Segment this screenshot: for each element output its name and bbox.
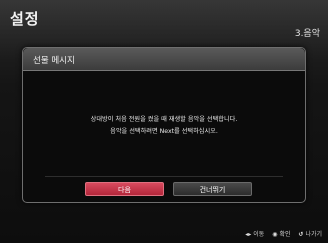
gift-message-dialog: 선물 메시지 상대방이 처음 전원을 켰을 때 재생할 음악을 선택합니다. 음…: [22, 47, 306, 203]
footer-confirm: ◉ 확인: [272, 229, 290, 238]
footer-hints: ◂▸ 이동 ◉ 확인 ↺ 나가기: [239, 229, 322, 238]
back-icon: ↺: [298, 231, 304, 238]
step-indicator: 3.음악: [294, 29, 320, 39]
footer-back: ↺ 나가기: [298, 229, 322, 238]
move-arrows-icon: ◂▸: [245, 231, 252, 238]
skip-button[interactable]: 건너뛰기: [173, 182, 252, 196]
dialog-divider: [45, 176, 283, 177]
next-button[interactable]: 다음: [85, 182, 164, 196]
dialog-title: 선물 메시지: [33, 56, 75, 66]
dialog-message-line-1: 상대방이 처음 전원을 켰을 때 재생할 음악을 선택합니다.: [90, 116, 238, 123]
footer-move: ◂▸ 이동: [245, 229, 264, 238]
dialog-header: 선물 메시지: [23, 48, 305, 71]
dialog-message-line-2: 음악을 선택하려면 Next를 선택하십시오.: [110, 128, 218, 135]
confirm-icon: ◉: [272, 231, 278, 238]
footer-move-label: 이동: [253, 231, 265, 238]
page-title: 설정: [10, 10, 40, 28]
footer-back-label: 나가기: [305, 231, 322, 238]
footer-confirm-label: 확인: [279, 231, 291, 238]
settings-screen: 설정 3.음악 선물 메시지 상대방이 처음 전원을 켰을 때 재생할 음악을 …: [0, 0, 328, 243]
